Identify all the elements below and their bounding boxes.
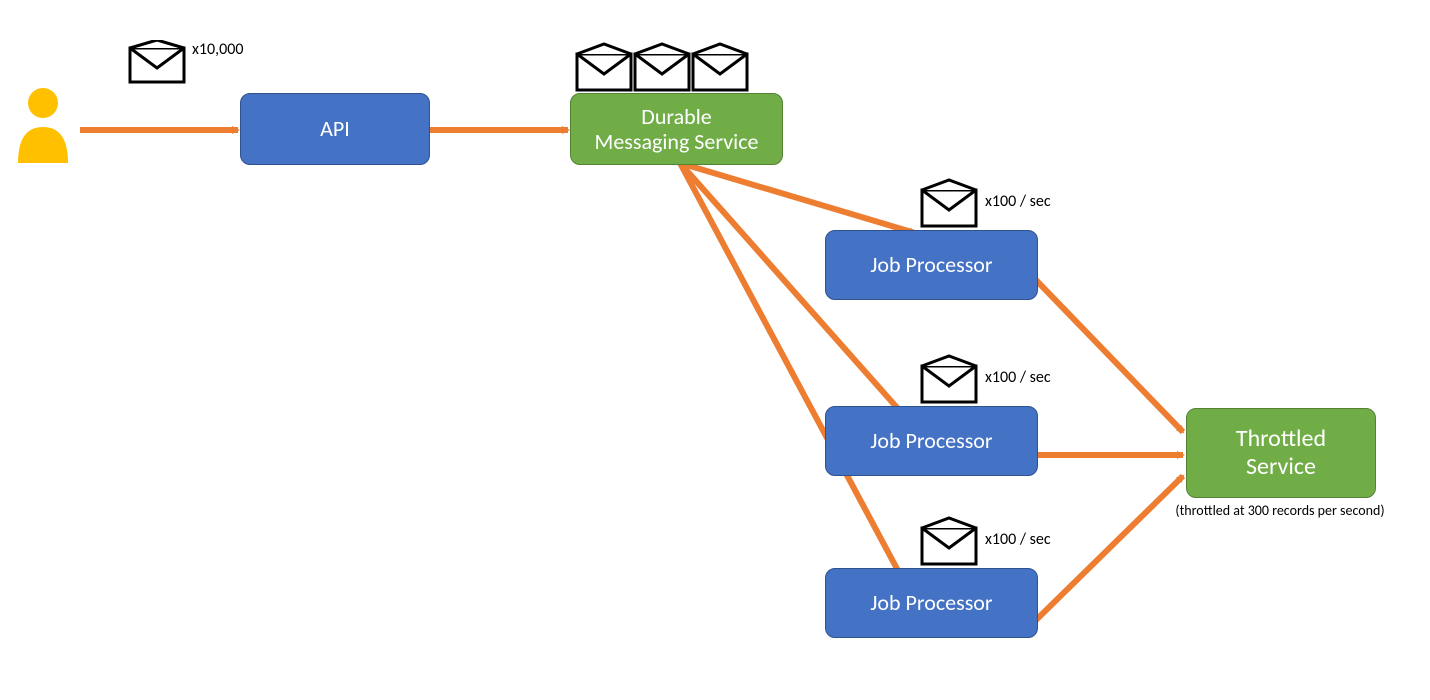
job-processor-2-node: Job Processor <box>825 406 1038 476</box>
envelope-icon <box>128 40 186 84</box>
job3-rate-annotation: x100 / sec <box>985 530 1051 549</box>
messaging-label: Durable Messaging Service <box>595 104 759 155</box>
arrow-messaging-to-job1 <box>680 163 915 233</box>
arrow-job3-to-throttled <box>1034 476 1183 622</box>
arrow-job1-to-throttled <box>1034 278 1183 432</box>
envelope-icon <box>920 178 978 228</box>
job1-rate-annotation: x100 / sec <box>985 192 1051 211</box>
envelope-icon <box>633 42 691 92</box>
envelope-icon <box>920 516 978 566</box>
api-label: API <box>320 116 350 141</box>
user-icon <box>12 85 74 165</box>
envelope-icon <box>691 42 749 92</box>
user-envelope-annotation: x10,000 <box>192 40 243 59</box>
job1-label: Job Processor <box>870 252 992 277</box>
job2-rate-annotation: x100 / sec <box>985 368 1051 387</box>
envelope-icon <box>920 354 978 404</box>
throttled-caption: (throttled at 300 records per second) <box>1160 502 1400 519</box>
throttled-label: Throttled Service <box>1236 425 1326 480</box>
arrow-messaging-to-job3 <box>680 163 903 580</box>
job-processor-3-node: Job Processor <box>825 568 1038 638</box>
job3-label: Job Processor <box>870 590 992 615</box>
throttled-service-node: Throttled Service <box>1186 408 1376 498</box>
job-processor-1-node: Job Processor <box>825 230 1038 300</box>
job2-label: Job Processor <box>870 428 992 453</box>
messaging-node: Durable Messaging Service <box>570 93 783 165</box>
envelope-icon <box>575 42 633 92</box>
api-node: API <box>240 93 430 165</box>
